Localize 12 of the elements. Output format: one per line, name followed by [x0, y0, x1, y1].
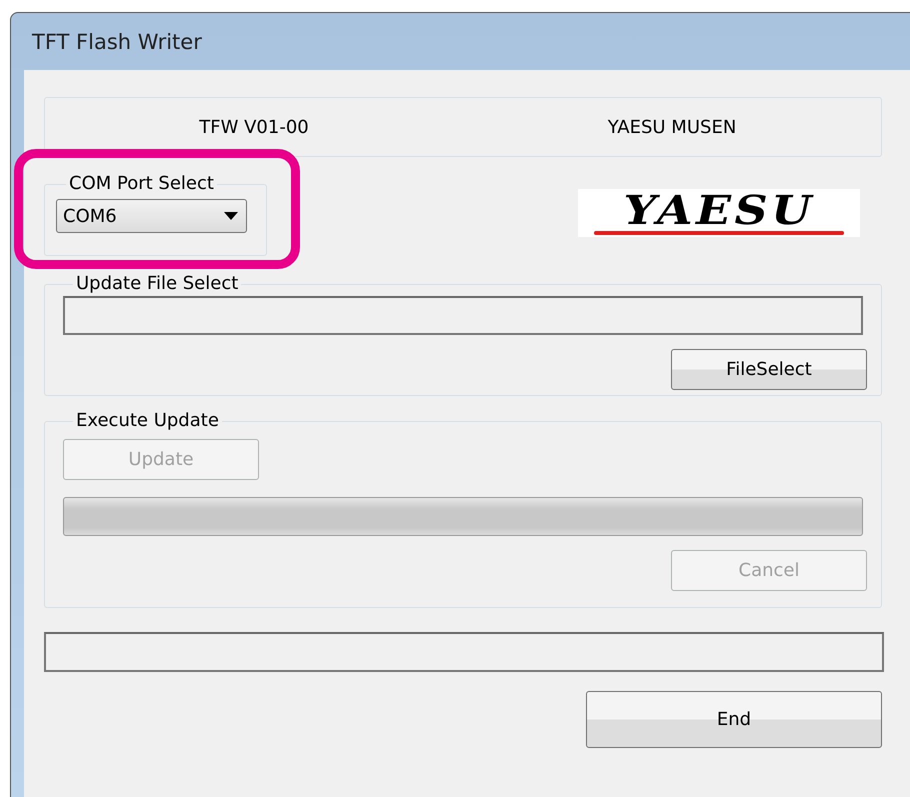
- company-label: YAESU MUSEN: [606, 116, 738, 138]
- caret-icon: [224, 212, 238, 220]
- com-port-dropdown[interactable]: COM6: [56, 199, 247, 233]
- group-label: Update File Select: [75, 274, 240, 294]
- version-label: TFW V01-00: [198, 116, 310, 138]
- file-path-field[interactable]: [63, 296, 863, 335]
- window-title: TFT Flash Writer: [31, 28, 203, 56]
- logo: YAESU: [578, 189, 860, 237]
- group-label: Execute Update: [75, 411, 220, 431]
- group-label: COM Port Select: [68, 174, 215, 194]
- end-button[interactable]: End: [586, 691, 882, 748]
- file-select-button[interactable]: FileSelect: [671, 349, 867, 390]
